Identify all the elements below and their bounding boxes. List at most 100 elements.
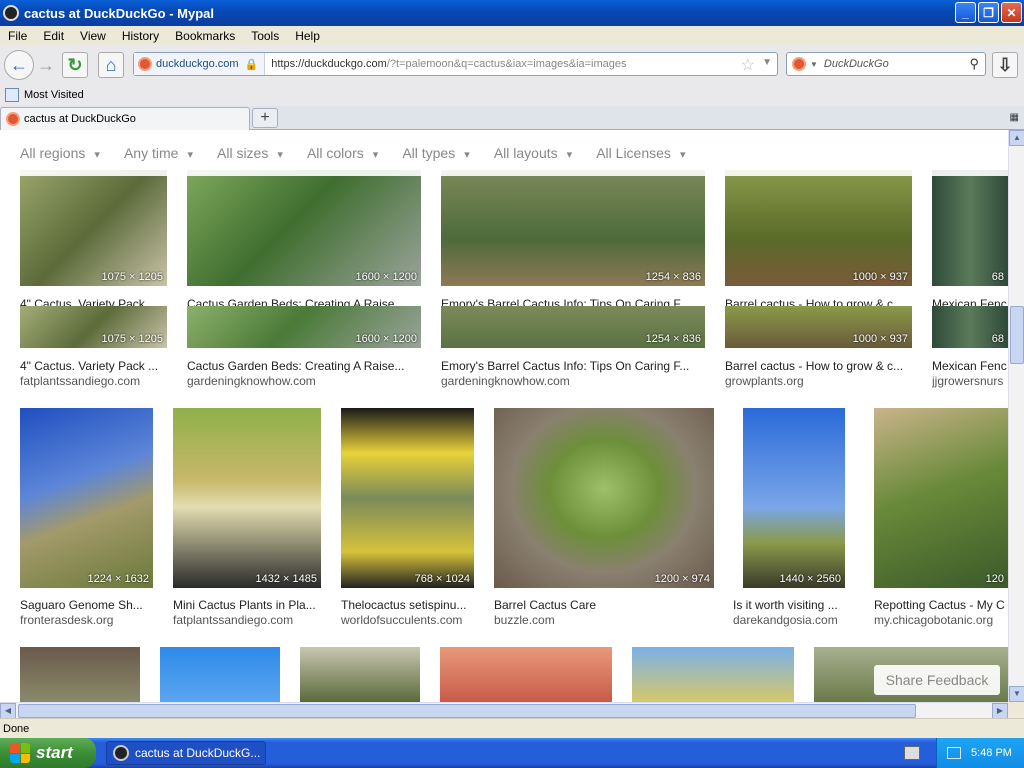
scroll-left-icon[interactable]: ◀	[0, 703, 16, 719]
result-source[interactable]: fatplantssandiego.com	[20, 374, 170, 388]
result-thumbnail[interactable]	[300, 647, 420, 702]
app-icon	[3, 5, 19, 21]
result-title[interactable]: Emory's Barrel Cactus Info: Tips On Cari…	[441, 359, 705, 373]
result-thumbnail[interactable]: 1075 × 1205	[20, 170, 167, 286]
filter-regions[interactable]: All regions	[20, 145, 100, 161]
duckduckgo-favicon-icon	[138, 57, 152, 71]
result-thumbnail[interactable]: 120	[874, 408, 1008, 588]
result-thumbnail[interactable]	[20, 647, 140, 702]
result-thumbnail[interactable]: 1200 × 974	[494, 408, 714, 588]
menu-tools[interactable]: Tools	[243, 29, 287, 43]
result-source[interactable]: gardeningknowhow.com	[187, 374, 421, 388]
search-box[interactable]: ▼ DuckDuckGo ⚲	[786, 52, 986, 76]
result-thumbnail[interactable]	[160, 647, 280, 702]
result-thumbnail[interactable]: 1440 × 2560	[743, 408, 845, 588]
url-dropdown-icon[interactable]: ▼	[762, 57, 772, 68]
tab-cactus[interactable]: cactus at DuckDuckGo	[0, 107, 250, 130]
lock-icon: 🔒	[244, 58, 259, 71]
image-dimensions: 1600 × 1200	[355, 333, 417, 345]
filter-colors[interactable]: All colors	[307, 145, 378, 161]
result-thumbnail[interactable]: 68	[932, 306, 1008, 348]
clock[interactable]: 5:48 PM	[971, 747, 1012, 759]
result-thumbnail[interactable]: 1254 × 836	[441, 170, 705, 286]
filter-time[interactable]: Any time	[124, 145, 193, 161]
menu-view[interactable]: View	[72, 29, 114, 43]
result-thumbnail[interactable]: 1075 × 1205	[20, 306, 167, 348]
menu-history[interactable]: History	[114, 29, 167, 43]
result-title[interactable]: 4" Cactus. Variety Pack ...	[20, 359, 170, 373]
back-button[interactable]: ←	[4, 50, 34, 80]
start-button[interactable]: start	[0, 738, 96, 768]
horizontal-scroll-thumb[interactable]	[18, 704, 916, 718]
result-thumbnail[interactable]: 1432 × 1485	[173, 408, 321, 588]
scroll-up-icon[interactable]: ▲	[1009, 130, 1024, 146]
status-bar: Done	[0, 718, 1024, 738]
result-thumbnail[interactable]	[632, 647, 794, 702]
image-dimensions: 1254 × 836	[645, 271, 701, 283]
search-icon[interactable]: ⚲	[969, 56, 979, 72]
reload-button[interactable]: ↻	[62, 52, 88, 78]
filter-sizes[interactable]: All sizes	[217, 145, 283, 161]
menu-help[interactable]: Help	[287, 29, 328, 43]
tab-list-icon[interactable]: ▦	[1010, 112, 1019, 123]
scroll-right-icon[interactable]: ▶	[992, 703, 1008, 719]
result-title[interactable]: Repotting Cactus - My C	[874, 598, 1008, 612]
menu-file[interactable]: File	[0, 29, 35, 43]
network-icon[interactable]	[947, 747, 961, 759]
result-source[interactable]: buzzle.com	[494, 613, 714, 627]
site-identity-button[interactable]: duckduckgo.com 🔒	[134, 53, 266, 75]
menu-edit[interactable]: Edit	[35, 29, 72, 43]
forward-button[interactable]: →	[34, 52, 58, 78]
new-tab-button[interactable]: +	[252, 108, 278, 128]
taskbar-item-browser[interactable]: cactus at DuckDuckG...	[106, 741, 266, 765]
result-title[interactable]: Barrel Cactus Care	[494, 598, 714, 612]
search-engine-dropdown-icon[interactable]: ▼	[810, 60, 818, 69]
search-placeholder: DuckDuckGo	[823, 58, 889, 70]
search-engine-icon[interactable]	[792, 57, 806, 71]
result-thumbnail[interactable]: 1600 × 1200	[187, 306, 421, 348]
result-source[interactable]: jjgrowersnurs	[932, 374, 1008, 388]
vertical-scrollbar[interactable]: ▲ ▼	[1008, 130, 1024, 702]
result-title[interactable]: Barrel cactus - How to grow & c...	[725, 359, 915, 373]
result-source[interactable]: fatplantssandiego.com	[173, 613, 333, 627]
home-button[interactable]: ⌂	[98, 52, 124, 78]
result-title[interactable]: Mexican Fenc	[932, 359, 1008, 373]
url-bar[interactable]: duckduckgo.com 🔒 https://duckduckgo.com/…	[133, 52, 778, 76]
result-source[interactable]: gardeningknowhow.com	[441, 374, 705, 388]
result-thumbnail[interactable]: 1000 × 937	[725, 306, 912, 348]
result-title[interactable]: Thelocactus setispinu...	[341, 598, 481, 612]
filter-layouts[interactable]: All layouts	[494, 145, 572, 161]
result-title[interactable]: Is it worth visiting ...	[733, 598, 858, 612]
result-thumbnail[interactable]: 1254 × 836	[441, 306, 705, 348]
minimize-button[interactable]: _	[955, 2, 976, 23]
menu-bookmarks[interactable]: Bookmarks	[167, 29, 243, 43]
horizontal-scrollbar[interactable]: ◀ ▶	[0, 702, 1008, 719]
result-source[interactable]: fronterasdesk.org	[20, 613, 160, 627]
bookmark-most-visited[interactable]: Most Visited	[24, 89, 84, 101]
filter-licenses[interactable]: All Licenses	[596, 145, 685, 161]
result-source[interactable]: worldofsucculents.com	[341, 613, 481, 627]
url-host: https://duckduckgo.com	[271, 58, 387, 70]
bookmark-star-icon[interactable]: ☆	[741, 55, 755, 75]
keyboard-icon[interactable]	[904, 746, 920, 760]
result-thumbnail[interactable]: 1600 × 1200	[187, 170, 421, 286]
filter-types[interactable]: All types	[402, 145, 470, 161]
vertical-scroll-thumb[interactable]	[1010, 306, 1024, 364]
result-source[interactable]: darekandgosia.com	[733, 613, 858, 627]
result-source[interactable]: my.chicagobotanic.org	[874, 613, 1008, 627]
result-title[interactable]: Mini Cactus Plants in Pla...	[173, 598, 333, 612]
result-title[interactable]: Saguaro Genome Sh...	[20, 598, 160, 612]
result-thumbnail[interactable]: 68	[932, 170, 1008, 286]
maximize-button[interactable]: ❐	[978, 2, 999, 23]
result-thumbnail[interactable]	[440, 647, 612, 702]
menu-bar: File Edit View History Bookmarks Tools H…	[0, 26, 1024, 46]
scroll-down-icon[interactable]: ▼	[1009, 686, 1024, 702]
result-thumbnail[interactable]: 768 × 1024	[341, 408, 474, 588]
result-source[interactable]: growplants.org	[725, 374, 912, 388]
result-thumbnail[interactable]: 1224 × 1632	[20, 408, 153, 588]
close-button[interactable]: ✕	[1001, 2, 1022, 23]
result-title[interactable]: Cactus Garden Beds: Creating A Raise...	[187, 359, 421, 373]
downloads-button[interactable]: ⇩	[992, 52, 1018, 78]
result-thumbnail[interactable]: 1000 × 937	[725, 170, 912, 286]
share-feedback-button[interactable]: Share Feedback	[874, 665, 1000, 695]
